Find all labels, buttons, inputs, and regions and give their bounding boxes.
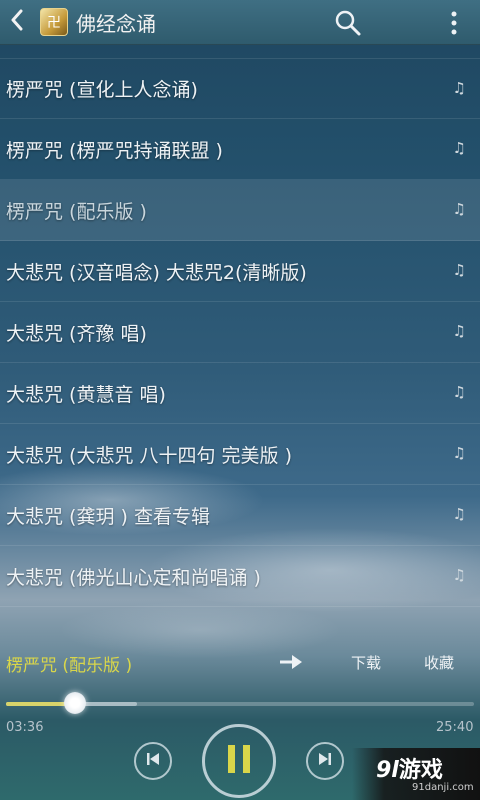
song-list-item[interactable]: 楞严咒 (配乐版 ) ♫ xyxy=(0,180,480,241)
music-note-icon: ♫ xyxy=(452,566,466,584)
previous-icon xyxy=(145,751,161,771)
watermark-site: 91danji.com xyxy=(412,782,474,793)
music-note-icon: ♫ xyxy=(452,322,466,340)
back-chevron-icon xyxy=(10,9,24,35)
favorite-button[interactable]: 收藏 xyxy=(424,652,454,673)
song-list-item[interactable]: 大悲咒 (汉音唱念) 大悲咒2(清晰版) ♫ xyxy=(0,241,480,302)
song-list-item[interactable]: 大悲咒 (佛光山心定和尚唱诵 ) ♫ xyxy=(0,546,480,607)
song-list: 楞严咒 (宣化上人念诵) ♫ 楞严咒 (楞严咒持诵联盟 ) ♫ 楞严咒 (配乐版 ) ♫ 大… xyxy=(0,58,480,607)
play-pause-button[interactable] xyxy=(202,724,276,798)
more-vertical-icon xyxy=(444,11,464,41)
song-title: 楞严咒 (配乐版 ) xyxy=(6,200,147,223)
song-title: 大悲咒 (齐豫 唱) xyxy=(6,322,147,345)
next-button[interactable] xyxy=(306,742,344,780)
song-title: 大悲咒 (汉音唱念) 大悲咒2(清晰版) xyxy=(6,261,307,284)
now-playing-bar: 楞严咒 (配乐版 ) 下载 收藏 xyxy=(0,640,480,686)
song-list-item[interactable]: 大悲咒 (龚玥 ) 查看专辑 ♫ xyxy=(0,485,480,546)
song-title: 大悲咒 (佛光山心定和尚唱诵 ) xyxy=(6,566,261,589)
now-playing-title[interactable]: 楞严咒 (配乐版 ) xyxy=(0,651,132,676)
music-note-icon: ♫ xyxy=(452,383,466,401)
music-note-icon: ♫ xyxy=(452,444,466,462)
previous-button[interactable] xyxy=(134,742,172,780)
arrow-right-icon xyxy=(278,655,304,676)
download-button[interactable]: 下载 xyxy=(351,652,381,673)
song-title: 楞严咒 (宣化上人念诵) xyxy=(6,79,198,101)
song-list-item[interactable]: 楞严咒 (楞严咒持诵联盟 ) ♫ xyxy=(0,119,480,180)
song-title: 大悲咒 (大悲咒 八十四句 完美版 ) xyxy=(6,444,292,467)
song-list-item[interactable]: 大悲咒 (大悲咒 八十四句 完美版 ) ♫ xyxy=(0,424,480,485)
music-note-icon: ♫ xyxy=(452,139,466,157)
watermark: 9l游戏 91danji.com xyxy=(352,748,480,800)
current-time: 03:36 xyxy=(6,720,44,735)
song-title: 楞严咒 (楞严咒持诵联盟 ) xyxy=(6,139,223,162)
song-list-item[interactable]: 楞严咒 (宣化上人念诵) ♫ xyxy=(0,58,480,119)
app-logo-icon: 卍 xyxy=(40,8,68,36)
next-icon xyxy=(317,751,333,771)
song-list-item[interactable]: 大悲咒 (齐豫 唱) ♫ xyxy=(0,302,480,363)
progress-thumb[interactable] xyxy=(64,692,86,714)
back-button[interactable] xyxy=(0,0,34,45)
page-title: 佛经念诵 xyxy=(76,11,156,36)
song-title: 大悲咒 (黄慧音 唱) xyxy=(6,383,166,406)
music-note-icon: ♫ xyxy=(452,79,466,97)
music-note-icon: ♫ xyxy=(452,261,466,279)
song-list-item[interactable]: 大悲咒 (黄慧音 唱) ♫ xyxy=(0,363,480,424)
share-button[interactable] xyxy=(278,652,304,672)
search-icon xyxy=(334,10,362,41)
more-options-button[interactable] xyxy=(444,9,464,37)
music-note-icon: ♫ xyxy=(452,505,466,523)
played-fill xyxy=(6,702,72,706)
search-button[interactable] xyxy=(334,9,362,37)
app-header: 卍 佛经念诵 xyxy=(0,0,480,45)
watermark-brand: 9l游戏 xyxy=(376,758,443,783)
pause-icon xyxy=(225,743,253,779)
music-note-icon: ♫ xyxy=(452,200,466,218)
song-title: 大悲咒 (龚玥 ) 查看专辑 xyxy=(6,505,210,528)
total-time: 25:40 xyxy=(436,720,474,735)
